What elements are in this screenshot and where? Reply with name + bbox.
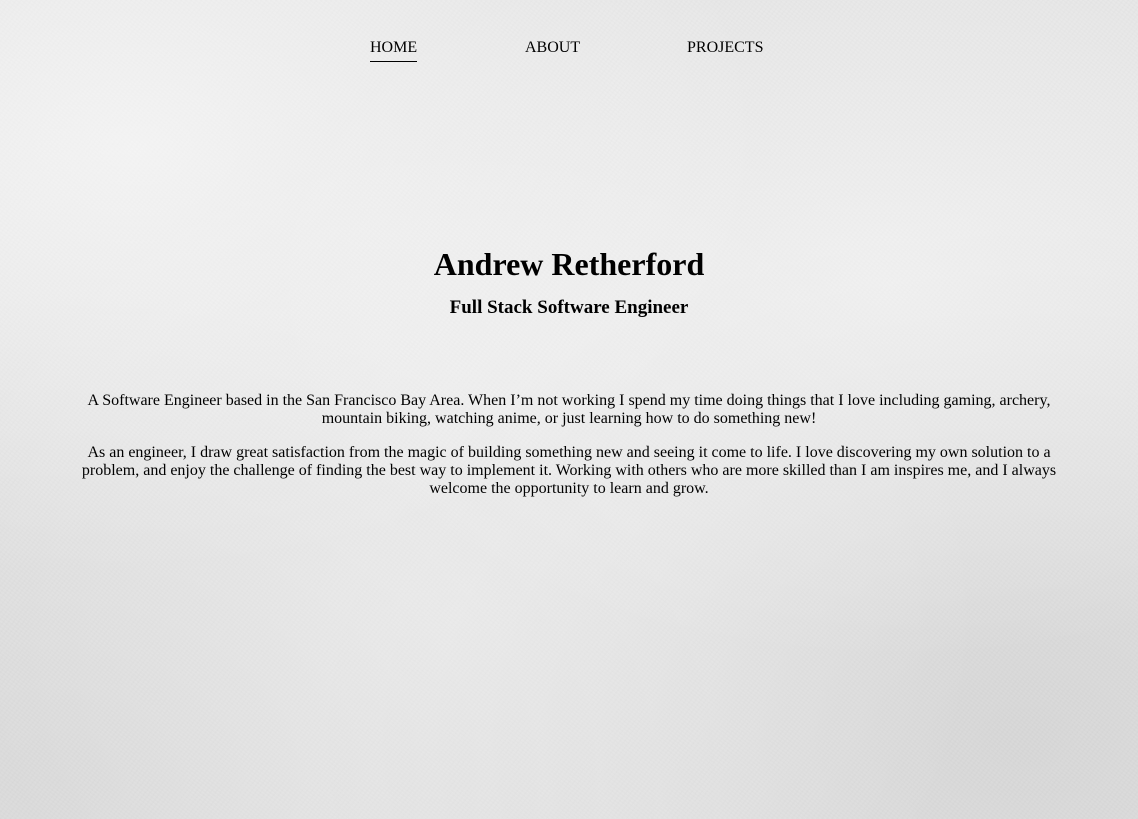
about-paragraph-engineer: As an engineer, I draw great satisfactio… [81, 444, 1057, 497]
page-subtitle: Full Stack Software Engineer [449, 297, 689, 318]
nav-link-about[interactable]: ABOUT [525, 38, 580, 61]
about-paragraph-intro: A Software Engineer based in the San Fra… [87, 392, 1051, 427]
nav-link-projects[interactable]: PROJECTS [687, 38, 763, 61]
nav-link-home[interactable]: HOME [370, 38, 418, 62]
about-section: A Software Engineer based in the San Fra… [75, 392, 1063, 514]
main-nav: HOME ABOUT PROJECTS [0, 38, 1138, 64]
hero-section: Andrew Retherford Full Stack Software En… [0, 244, 1138, 320]
page-title: Andrew Retherford [433, 246, 705, 282]
